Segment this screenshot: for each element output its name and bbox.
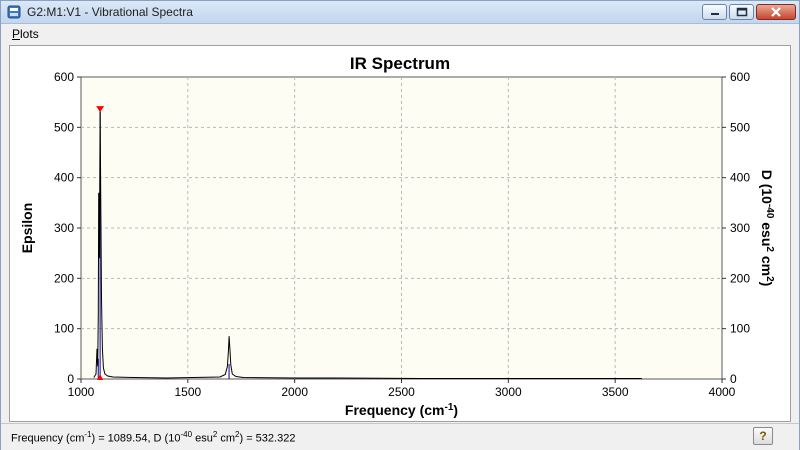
help-icon: ? bbox=[759, 429, 767, 443]
menu-plots[interactable]: Plots bbox=[12, 27, 39, 41]
y-axis-label-right: D (10-40 esu2 cm2) bbox=[759, 170, 775, 287]
chart-title: IR Spectrum bbox=[350, 54, 450, 73]
spectrum-panel: IR Spectrum 1000 1500 2000 2500 3000 3500 4000… bbox=[9, 45, 791, 422]
minimize-icon bbox=[711, 13, 719, 15]
y-tick-label-left: 100 bbox=[54, 322, 74, 336]
ir-spectrum-chart[interactable]: IR Spectrum 1000 1500 2000 2500 3000 3500 4000… bbox=[10, 46, 790, 421]
maximize-button[interactable] bbox=[729, 4, 754, 20]
y-tick-label-right: 0 bbox=[730, 372, 737, 386]
x-axis-label: Frequency (cm-1) bbox=[345, 402, 458, 418]
y-tick-label-right: 400 bbox=[730, 171, 750, 185]
status-bar: Frequency (cm-1) = 1089.54, D (10-40 esu… bbox=[1, 423, 799, 450]
close-icon bbox=[771, 7, 781, 17]
y-tick-label-right: 200 bbox=[730, 271, 750, 285]
y-tick-label-right: 300 bbox=[730, 221, 750, 235]
y-tick-label-left: 400 bbox=[54, 171, 74, 185]
window-title: G2:M1:V1 - Vibrational Spectra bbox=[27, 5, 193, 19]
x-tick-label: 1000 bbox=[68, 385, 95, 399]
minimize-button[interactable] bbox=[702, 4, 727, 20]
app-icon bbox=[7, 5, 21, 19]
x-tick-label: 2500 bbox=[388, 385, 415, 399]
y-tick-label-left: 600 bbox=[54, 70, 74, 84]
y-axis-label-left: Epsilon bbox=[19, 203, 35, 254]
close-button[interactable] bbox=[756, 4, 796, 20]
x-tick-label: 2000 bbox=[281, 385, 308, 399]
x-tick-label: 3500 bbox=[602, 385, 629, 399]
y-tick-label-left: 500 bbox=[54, 120, 74, 134]
help-button[interactable]: ? bbox=[753, 427, 773, 445]
y-tick-label-right: 600 bbox=[730, 70, 750, 84]
y-tick-label-left: 0 bbox=[67, 372, 74, 386]
status-readout: Frequency (cm-1) = 1089.54, D (10-40 esu… bbox=[11, 430, 296, 445]
menu-bar: Plots bbox=[1, 24, 799, 44]
vibrational-spectra-window: G2:M1:V1 - Vibrational Spectra Plots IR … bbox=[0, 0, 800, 450]
x-tick-label: 1500 bbox=[174, 385, 201, 399]
maximize-icon bbox=[736, 7, 748, 17]
y-tick-label-right: 100 bbox=[730, 322, 750, 336]
title-bar[interactable]: G2:M1:V1 - Vibrational Spectra bbox=[1, 1, 799, 24]
y-tick-label-left: 200 bbox=[54, 271, 74, 285]
x-tick-label: 4000 bbox=[709, 385, 736, 399]
x-tick-label: 3000 bbox=[495, 385, 522, 399]
y-tick-label-left: 300 bbox=[54, 221, 74, 235]
y-tick-label-right: 500 bbox=[730, 120, 750, 134]
